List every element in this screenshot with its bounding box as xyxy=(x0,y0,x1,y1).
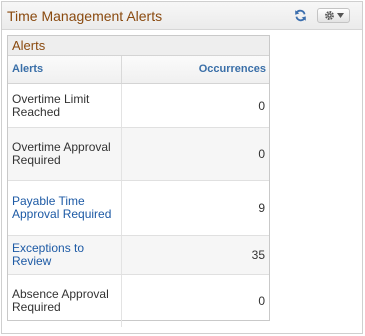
grid-column-headers: Alerts Occurrences xyxy=(8,56,269,84)
pagelet-header: Time Management Alerts xyxy=(2,2,362,30)
table-row: Payable Time Approval Required 9 xyxy=(8,181,269,236)
occurrence-count: 0 xyxy=(258,98,265,113)
grid-rows: Overtime Limit Reached 0 Overtime Approv… xyxy=(8,84,269,327)
pagelet-title: Time Management Alerts xyxy=(7,8,163,24)
table-row: Overtime Approval Required 0 xyxy=(8,128,269,181)
table-row: Absence Approval Required 0 xyxy=(8,275,269,327)
alert-name: Overtime Approval Required xyxy=(8,128,122,180)
alert-name: Absence Approval Required xyxy=(8,275,122,327)
table-row: Exceptions to Review 35 xyxy=(8,236,269,275)
alert-link[interactable]: Payable Time Approval Required xyxy=(8,181,122,235)
column-header-alerts[interactable]: Alerts xyxy=(8,56,122,83)
time-management-alerts-pagelet: Time Management Alerts Alerts Alerts Occ… xyxy=(1,1,363,334)
occurrence-count: 35 xyxy=(251,248,265,262)
grid-title: Alerts xyxy=(8,36,269,56)
gear-icon xyxy=(324,11,334,20)
column-header-occurrences[interactable]: Occurrences xyxy=(122,56,269,83)
occurrence-count: 0 xyxy=(258,294,265,308)
occurrence-count: 9 xyxy=(258,201,265,215)
occurrence-count: 0 xyxy=(258,147,265,161)
alerts-grid: Alerts Alerts Occurrences Overtime Limit… xyxy=(7,35,270,327)
refresh-button[interactable] xyxy=(291,7,309,24)
pagelet-settings-button[interactable] xyxy=(317,8,350,23)
alert-link[interactable]: Exceptions to Review xyxy=(8,236,122,274)
chevron-down-icon xyxy=(336,13,344,18)
table-row: Overtime Limit Reached 0 xyxy=(8,84,269,128)
alert-name: Overtime Limit Reached xyxy=(8,84,122,127)
refresh-icon xyxy=(294,9,306,22)
